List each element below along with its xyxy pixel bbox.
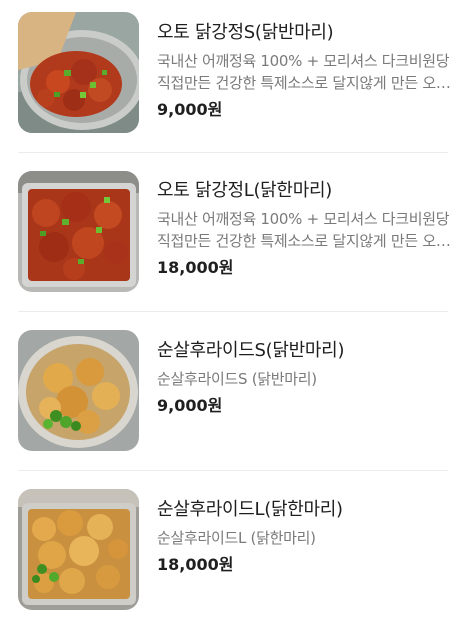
menu-item-price: 9,000원	[157, 100, 223, 119]
menu-list: 오토 닭강정S(닭반마리) 국내산 어깨정육 100% + 모리셔스 다크비원당…	[0, 0, 466, 625]
sweet-spicy-chicken-foil-tray-icon	[18, 12, 139, 133]
fried-chicken-plate-icon	[18, 330, 139, 451]
menu-item[interactable]: 순살후라이드S(닭반마리) 순살후라이드S (닭반마리) 9,000원	[0, 330, 466, 489]
menu-item[interactable]: 오토 닭강정L(닭한마리) 국내산 어깨정육 100% + 모리셔스 다크비원당…	[0, 171, 466, 330]
divider	[18, 152, 448, 153]
divider	[18, 311, 448, 312]
menu-item-description: 순살후라이드S (닭반마리)	[157, 370, 317, 388]
sweet-spicy-chicken-large-tray-icon	[18, 171, 139, 292]
menu-item[interactable]: 순살후라이드L(닭한마리) 순살후라이드L (닭한마리) 18,000원	[0, 489, 466, 625]
menu-item-name: 오토 닭강정S(닭반마리)	[157, 22, 334, 43]
menu-item-price: 18,000원	[157, 258, 234, 277]
menu-item-description: 국내산 어깨정육 100% + 모리셔스 다크비원당 직접만든 건강한 특제소스…	[157, 52, 450, 92]
menu-item-name: 오토 닭강정L(닭한마리)	[157, 180, 332, 201]
menu-item-name: 순살후라이드L(닭한마리)	[157, 499, 343, 520]
menu-item-description: 순살후라이드L (닭한마리)	[157, 529, 316, 547]
menu-item-description: 국내산 어깨정육 100% + 모리셔스 다크비원당 직접만든 건강한 특제소스…	[157, 210, 450, 250]
menu-item-price: 9,000원	[157, 396, 223, 415]
menu-item-name: 순살후라이드S(닭반마리)	[157, 340, 345, 361]
fried-chicken-tray-icon	[18, 489, 139, 610]
divider	[18, 470, 448, 471]
menu-item-price: 18,000원	[157, 555, 234, 574]
menu-item[interactable]: 오토 닭강정S(닭반마리) 국내산 어깨정육 100% + 모리셔스 다크비원당…	[0, 12, 466, 171]
